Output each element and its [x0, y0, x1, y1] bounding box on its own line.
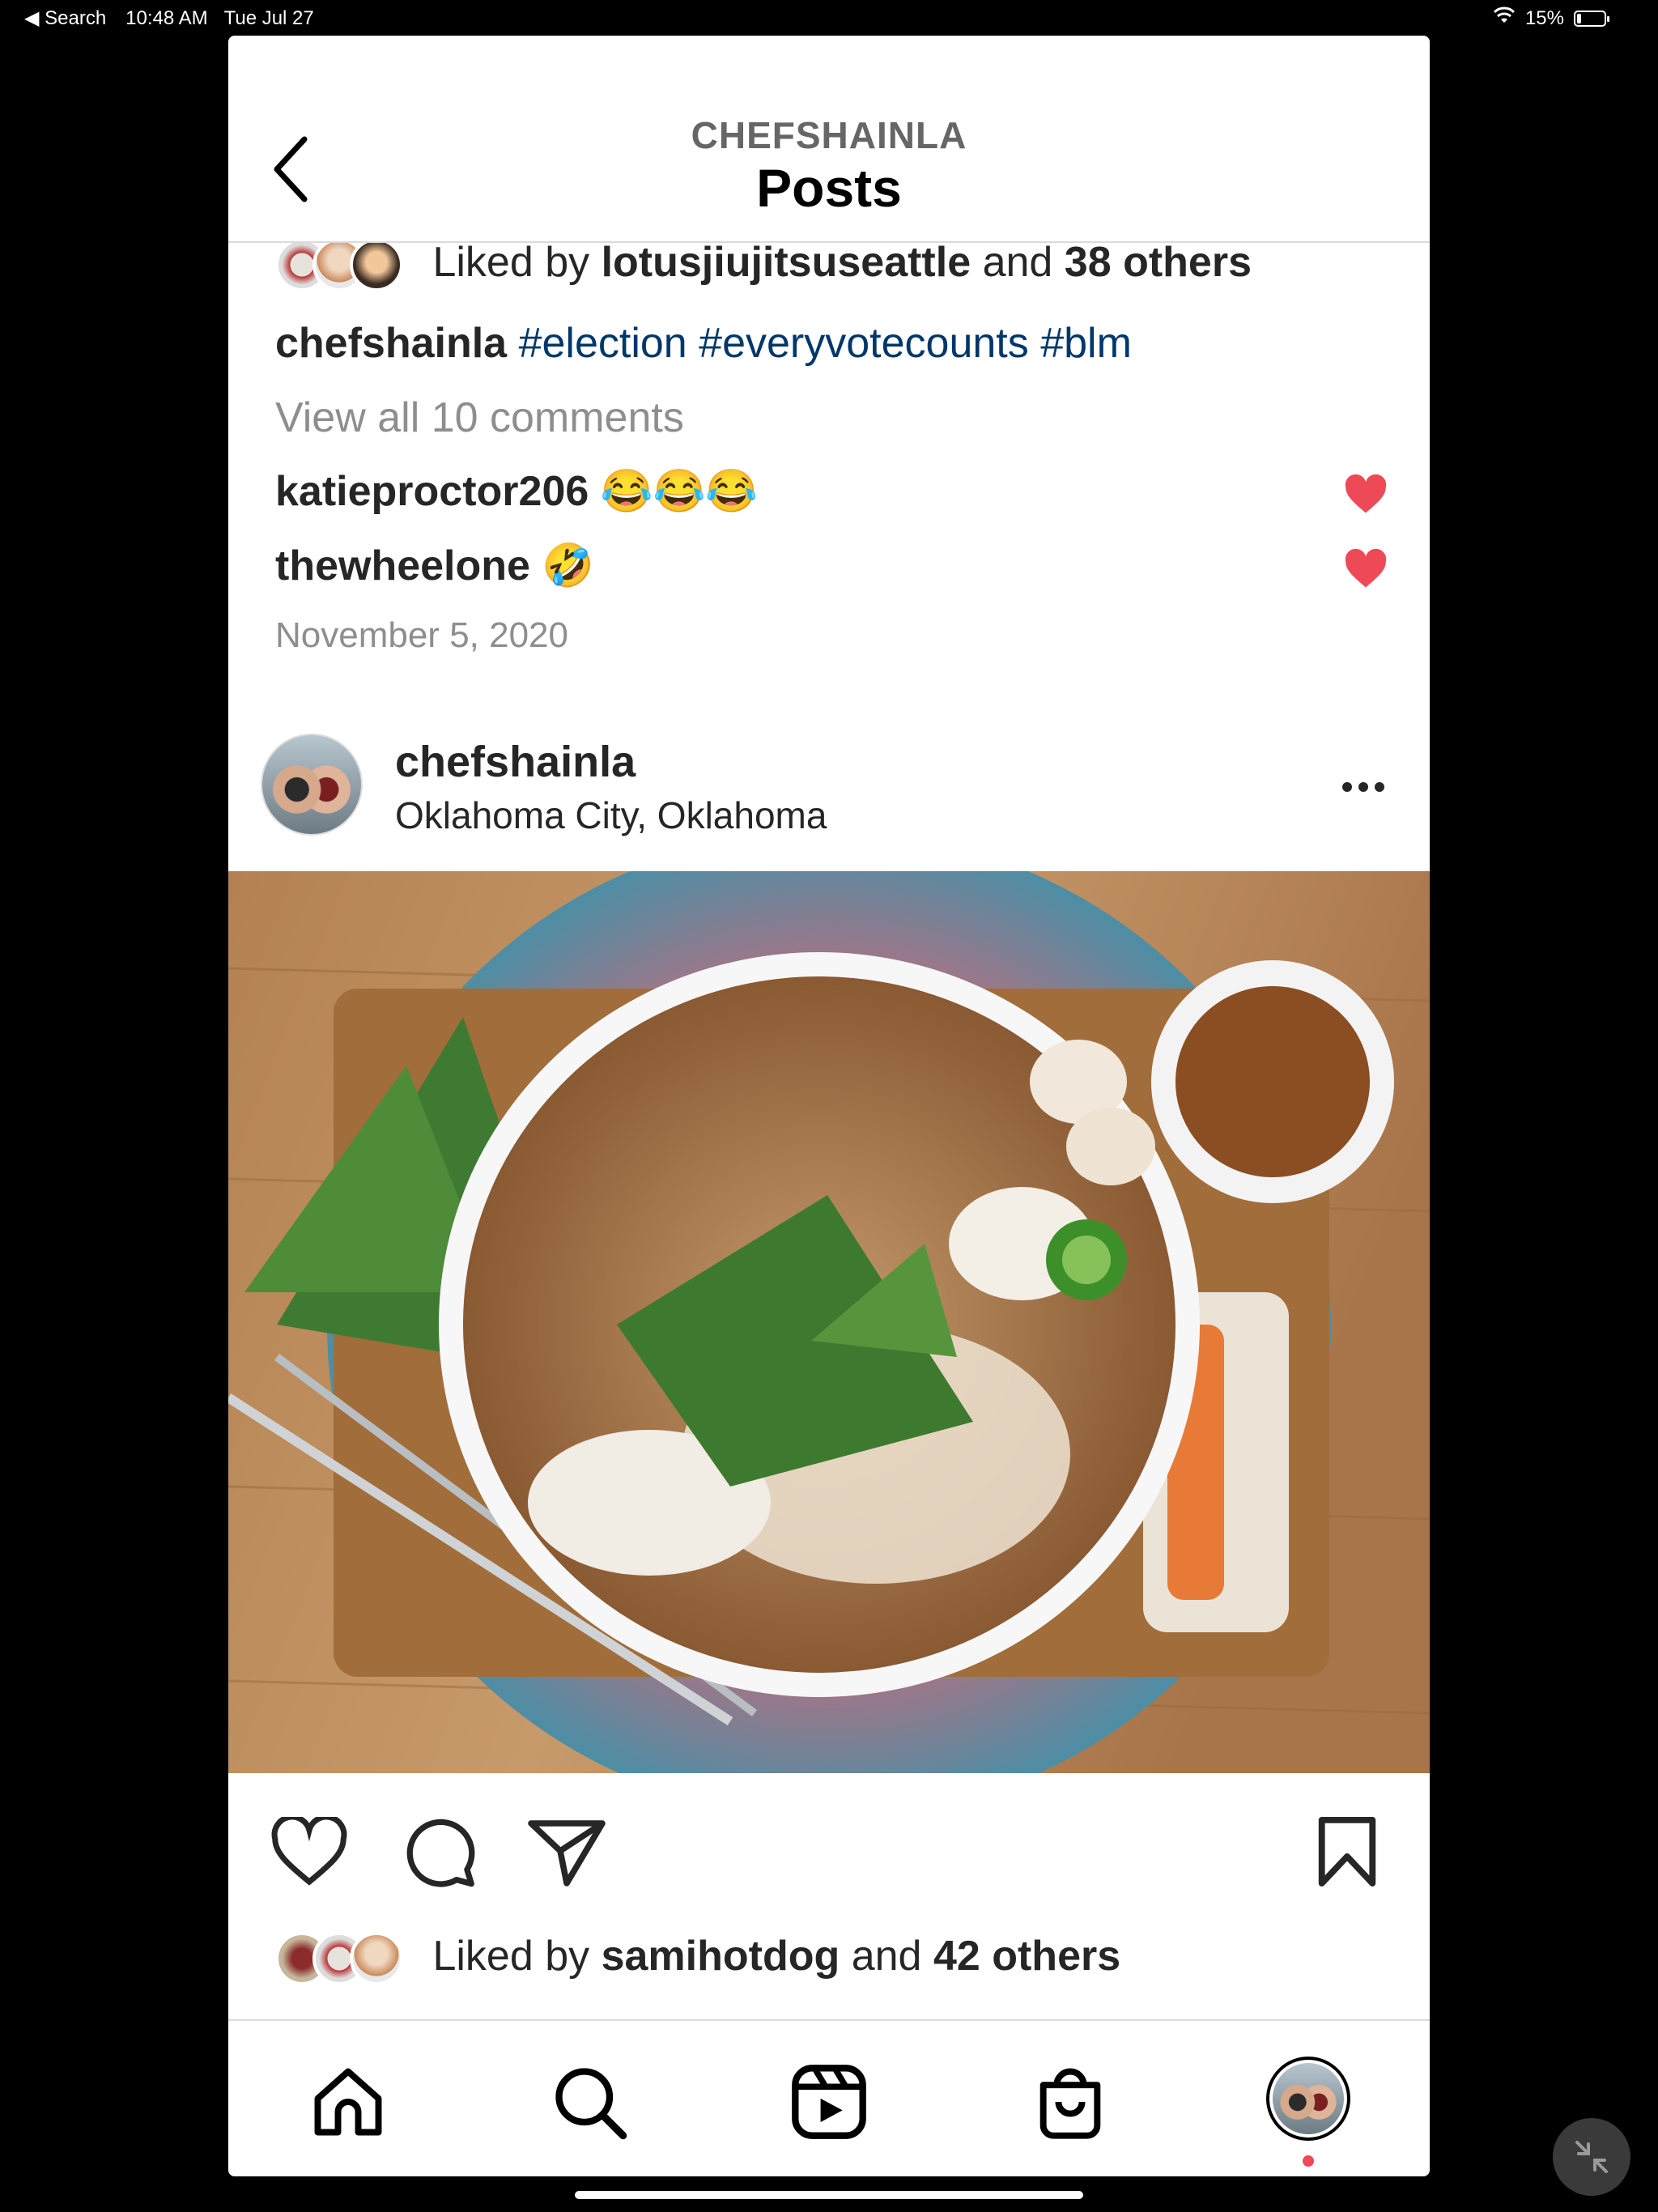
- liker-avatars: [275, 238, 403, 292]
- caption-username[interactable]: chefshainla: [275, 320, 507, 367]
- hashtag-link[interactable]: #everyvotecounts: [699, 320, 1029, 367]
- status-date: Tue Jul 27: [223, 6, 314, 29]
- likes-prefix: Liked by: [432, 239, 590, 286]
- post-likes[interactable]: Liked by samihotdog and 42 others: [275, 1932, 1120, 1986]
- hashtag-link[interactable]: #election: [519, 320, 687, 367]
- header: CHEFSHAINLA Posts: [228, 36, 1430, 243]
- post-location[interactable]: Oklahoma City, Oklahoma: [395, 793, 827, 837]
- like-heart-icon[interactable]: [270, 1817, 348, 1887]
- reels-icon[interactable]: [789, 2061, 869, 2142]
- comment: thewheelone 🤣: [275, 541, 594, 590]
- view-all-comments-link[interactable]: View all 10 comments: [275, 393, 684, 442]
- comment-username[interactable]: katieproctor206: [275, 468, 589, 515]
- home-icon[interactable]: [308, 2061, 389, 2142]
- page-title: Posts: [756, 158, 902, 218]
- previous-post-caption: chefshainla #election #everyvotecounts #…: [275, 319, 1132, 368]
- avatar: [1273, 2063, 1344, 2134]
- liker-avatars: [275, 1932, 403, 1986]
- comment-like-heart-icon[interactable]: [1344, 474, 1388, 515]
- notification-dot: [1303, 2155, 1314, 2167]
- home-indicator[interactable]: [575, 2191, 1083, 2199]
- header-username: CHEFSHAINLA: [691, 114, 967, 156]
- previous-post-likes[interactable]: Liked by lotusjiujitsuseattle and 38 oth…: [275, 238, 1252, 292]
- more-horizontal-icon[interactable]: [1339, 779, 1388, 795]
- likes-others[interactable]: 42 others: [933, 1933, 1120, 1980]
- post-date: November 5, 2020: [275, 615, 568, 655]
- status-time: 10:48 AM: [125, 6, 208, 29]
- post-photo[interactable]: [228, 871, 1430, 1773]
- battery-icon: [1574, 10, 1609, 27]
- comment-text: 🤣: [542, 542, 595, 589]
- save-bookmark-icon[interactable]: [1315, 1815, 1380, 1888]
- comment-text: 😂😂😂: [600, 468, 758, 515]
- avatar: [350, 1932, 403, 1986]
- likes-others[interactable]: 38 others: [1065, 239, 1252, 286]
- avatar: [350, 238, 403, 292]
- comment-icon[interactable]: [403, 1817, 478, 1888]
- app-window: CHEFSHAINLA Posts Liked by lotusjiujitsu…: [228, 36, 1430, 2176]
- wifi-icon: [1493, 6, 1516, 30]
- hashtag-link[interactable]: #blm: [1040, 320, 1132, 367]
- battery-percent: 15%: [1524, 6, 1564, 29]
- search-icon[interactable]: [549, 2061, 630, 2142]
- exit-picture-in-picture-button[interactable]: [1553, 2118, 1630, 2196]
- shop-icon[interactable]: [1030, 2061, 1111, 2142]
- back-to-search-link[interactable]: ◀ Search: [24, 6, 106, 30]
- comment: katieproctor206 😂😂😂: [275, 466, 758, 516]
- comment-username[interactable]: thewheelone: [275, 542, 530, 589]
- status-bar: ◀ Search 10:48 AM Tue Jul 27 15%: [0, 0, 1658, 36]
- post-username[interactable]: chefshainla: [395, 737, 636, 787]
- likes-and: and: [982, 239, 1053, 286]
- likes-prefix: Liked by: [432, 1933, 590, 1980]
- profile-tab[interactable]: [1266, 2057, 1350, 2141]
- liked-by-user[interactable]: lotusjiujitsuseattle: [602, 239, 971, 286]
- likes-and: and: [851, 1933, 922, 1980]
- bottom-nav: [228, 2019, 1430, 2176]
- share-paper-plane-icon[interactable]: [528, 1819, 606, 1887]
- liked-by-user[interactable]: samihotdog: [602, 1933, 840, 1980]
- comment-like-heart-icon[interactable]: [1344, 549, 1388, 589]
- collapse-arrows-icon: [1575, 2141, 1608, 2173]
- avatar[interactable]: [261, 734, 363, 836]
